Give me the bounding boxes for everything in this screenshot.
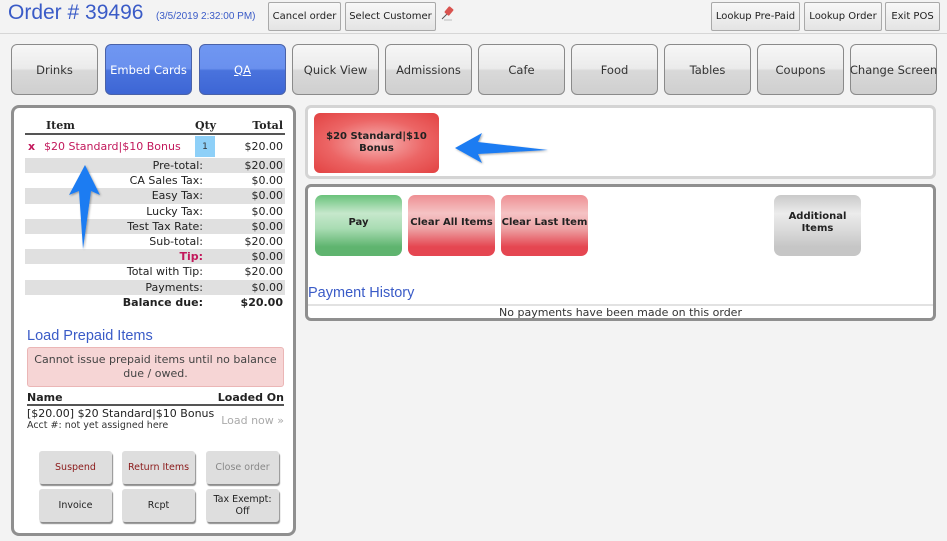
tax-exempt-button[interactable]: Tax Exempt: Off (206, 489, 279, 522)
clear-last-item-button[interactable]: Clear Last Item (501, 195, 588, 256)
tip-link[interactable]: Tip: (25, 250, 215, 263)
summary-value: $0.00 (251, 174, 284, 188)
selected-items-panel: $20 Standard|$10 Bonus (305, 105, 936, 179)
summary-value: $0.00 (251, 204, 284, 218)
return-items-button[interactable]: Return Items (122, 451, 195, 484)
summary-value: $0.00 (251, 280, 284, 294)
invoice-button[interactable]: Invoice (39, 489, 112, 522)
pushpin-icon[interactable] (440, 5, 456, 21)
order-title: Order # 39496 (8, 1, 144, 24)
suspend-button[interactable]: Suspend (39, 451, 112, 484)
selected-item-button[interactable]: $20 Standard|$10 Bonus (314, 113, 439, 173)
actions-panel: Pay Clear All Items Clear Last Item Addi… (305, 184, 936, 321)
order-item-total: $20.00 (244, 140, 284, 153)
lookup-prepaid-button[interactable]: Lookup Pre-Paid (711, 2, 800, 31)
clear-all-items-button[interactable]: Clear All Items (408, 195, 495, 256)
summary-label: Total with Tip: (126, 265, 203, 279)
tab-drinks[interactable]: Drinks (11, 44, 98, 95)
pay-button[interactable]: Pay (315, 195, 402, 256)
summary-row-pretotal: Pre-total: $20.00 (25, 158, 285, 174)
summary-label: CA Sales Tax: (129, 174, 203, 188)
load-prepaid-title: Load Prepaid Items (27, 328, 153, 344)
summary-label: Balance due: (122, 295, 203, 309)
close-order-button[interactable]: Close order (206, 451, 279, 484)
remove-item-icon[interactable]: x (25, 140, 44, 153)
tab-label: Coupons (775, 62, 826, 77)
tab-qa[interactable]: QA (199, 44, 286, 95)
tab-cafe[interactable]: Cafe (478, 44, 565, 95)
select-customer-button[interactable]: Select Customer (345, 2, 436, 31)
payment-history-title: Payment History (308, 285, 415, 301)
payment-history-empty: No payments have been made on this order (308, 304, 933, 319)
tab-label: Quick View (303, 62, 368, 77)
tab-label: Tables (689, 62, 726, 77)
summary-row-total-with-tip: Total with Tip: $20.00 (25, 264, 285, 279)
tab-label: Change Screen (849, 62, 938, 77)
summary-row-lucky-tax: Lucky Tax: $0.00 (25, 204, 285, 219)
prepaid-row: [$20.00] $20 Standard|$10 Bonus Acct #: … (27, 407, 284, 431)
order-item-qty[interactable]: 1 (195, 136, 215, 157)
tab-admissions[interactable]: Admissions (385, 44, 472, 95)
column-header-total: Total (252, 119, 283, 132)
summary-label: Payments: (145, 280, 203, 294)
column-header-loaded-on: Loaded On (217, 391, 284, 404)
cancel-order-button[interactable]: Cancel order (268, 2, 341, 31)
order-item-name[interactable]: $20 Standard|$10 Bonus (44, 140, 195, 153)
rcpt-button[interactable]: Rcpt (122, 489, 195, 522)
load-now-link[interactable]: Load now » (221, 414, 284, 427)
summary-value: $0.00 (251, 250, 284, 264)
summary-row-tip[interactable]: Tip: $0.00 (25, 249, 285, 265)
summary-row-balance-due: Balance due: $20.00 (25, 295, 285, 310)
exit-pos-button[interactable]: Exit POS (885, 2, 940, 31)
column-header-qty: Qty (195, 119, 217, 132)
summary-row-test-tax-rate: Test Tax Rate: $0.00 (25, 218, 285, 234)
summary-label: Lucky Tax: (146, 204, 203, 218)
tab-label: Cafe (508, 62, 535, 77)
additional-items-button[interactable]: Additional Items (774, 195, 861, 256)
summary-value: $0.00 (251, 219, 284, 233)
lookup-order-button[interactable]: Lookup Order (804, 2, 882, 31)
summary-label: Test Tax Rate: (127, 219, 203, 233)
tab-label: Drinks (36, 62, 73, 77)
tab-label: QA (234, 62, 251, 77)
summary-label: Easy Tax: (151, 189, 203, 203)
summary-label: Pre-total: (152, 159, 203, 173)
order-items-header: Item Qty Total (25, 118, 285, 135)
tab-quick-view[interactable]: Quick View (292, 44, 379, 95)
tab-label: Food (600, 62, 629, 77)
prepaid-table-header: Name Loaded On (27, 391, 284, 406)
tab-coupons[interactable]: Coupons (757, 44, 844, 95)
order-item-row: x $20 Standard|$10 Bonus 1 $20.00 (25, 135, 285, 158)
tab-embed-cards[interactable]: Embed Cards (105, 44, 192, 95)
column-header-name: Name (27, 391, 63, 404)
summary-value: $20.00 (244, 159, 284, 173)
summary-value: $0.00 (251, 189, 284, 203)
tab-label: Admissions (396, 62, 461, 77)
summary-value: $20.00 (244, 265, 284, 279)
summary-row-easy-tax: Easy Tax: $0.00 (25, 188, 285, 204)
column-header-item: Item (46, 119, 75, 132)
tab-food[interactable]: Food (571, 44, 658, 95)
order-datetime: (3/5/2019 2:32:00 PM) (156, 11, 256, 22)
summary-label: Sub-total: (149, 235, 203, 249)
tab-label: Embed Cards (110, 62, 187, 77)
header-bar: Order # 39496 (3/5/2019 2:32:00 PM) Canc… (0, 0, 947, 34)
summary-value: $20.00 (240, 295, 283, 309)
summary-row-ca-sales-tax: CA Sales Tax: $0.00 (25, 173, 285, 188)
summary-value: $20.00 (244, 235, 284, 249)
summary-row-subtotal: Sub-total: $20.00 (25, 234, 285, 249)
summary-row-payments: Payments: $0.00 (25, 279, 285, 295)
order-items-table: Item Qty Total x $20 Standard|$10 Bonus … (25, 118, 285, 310)
tab-change-screen[interactable]: Change Screen (850, 44, 937, 95)
tab-tables[interactable]: Tables (664, 44, 751, 95)
prepaid-alert: Cannot issue prepaid items until no bala… (27, 347, 284, 387)
order-panel: Item Qty Total x $20 Standard|$10 Bonus … (11, 105, 296, 536)
